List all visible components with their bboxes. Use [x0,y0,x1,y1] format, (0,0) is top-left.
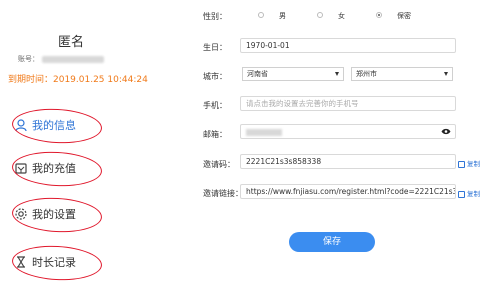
email-value-redacted [246,128,282,136]
account-value-redacted [42,55,104,63]
account-label: 账号： [18,55,39,63]
gender-radio-male[interactable] [258,12,264,18]
menu-item-recharge[interactable]: 我的充值 [11,149,103,189]
menu-item-my-info[interactable]: 我的信息 [11,106,103,146]
copy-label: 复制 [467,190,480,198]
gender-option-male: 男 [279,12,286,20]
gender-option-secret: 保密 [397,12,411,20]
email-label: 邮箱： [203,130,227,139]
city-value: 郑州市 [356,70,377,78]
annotation-circle [11,149,103,189]
menu-item-duration-record[interactable]: 时长记录 [11,243,103,283]
gender-label: 性别： [203,12,227,21]
invite-link-field: https://www.fnjiasu.com/register.html?co… [240,184,456,199]
copy-icon [458,190,465,198]
phone-label: 手机： [203,101,227,110]
city-select[interactable]: 郑州市 [351,67,453,81]
birthday-label: 生日： [203,43,227,52]
gender-radio-secret[interactable] [376,12,382,18]
invite-link-label: 邀请链接： [203,189,243,198]
user-name: 匿名 [58,35,85,50]
phone-input[interactable]: 请点击我的设置去完善你的手机号 [240,96,456,111]
chevron-down-icon [335,72,339,76]
copy-icon [458,160,465,168]
copy-invite-link-button[interactable]: 复制 [458,188,480,198]
copy-invite-code-button[interactable]: 复制 [458,158,480,168]
expire-time: 到期时间：2019.01.25 10:44:24 [8,75,148,85]
sidebar: 匿名 账号： 到期时间：2019.01.25 10:44:24 我的信息 我的充… [0,0,190,308]
gender-option-female: 女 [338,12,345,20]
account-row: 账号： [18,54,104,64]
annotation-circle [11,243,103,283]
province-value: 河南省 [247,70,268,78]
eye-icon[interactable] [441,128,451,135]
birthday-input[interactable]: 1970-01-01 [240,38,456,53]
gender-radio-female[interactable] [317,12,323,18]
copy-label: 复制 [467,160,480,168]
invite-code-field: 2221C21s3s858338 [240,154,456,169]
annotation-circle [11,195,103,235]
province-select[interactable]: 河南省 [242,67,344,81]
city-label: 城市： [203,72,227,81]
invite-code-label: 邀请码： [203,160,235,169]
profile-form: 性别： 男 女 保密 生日： 1970-01-01 城市： 河南省 郑州市 手机… [190,0,484,308]
save-button[interactable]: 保存 [289,232,375,252]
annotation-circle [11,106,103,146]
email-input[interactable] [240,124,456,139]
chevron-down-icon [444,72,448,76]
menu-item-settings[interactable]: 我的设置 [11,195,103,235]
